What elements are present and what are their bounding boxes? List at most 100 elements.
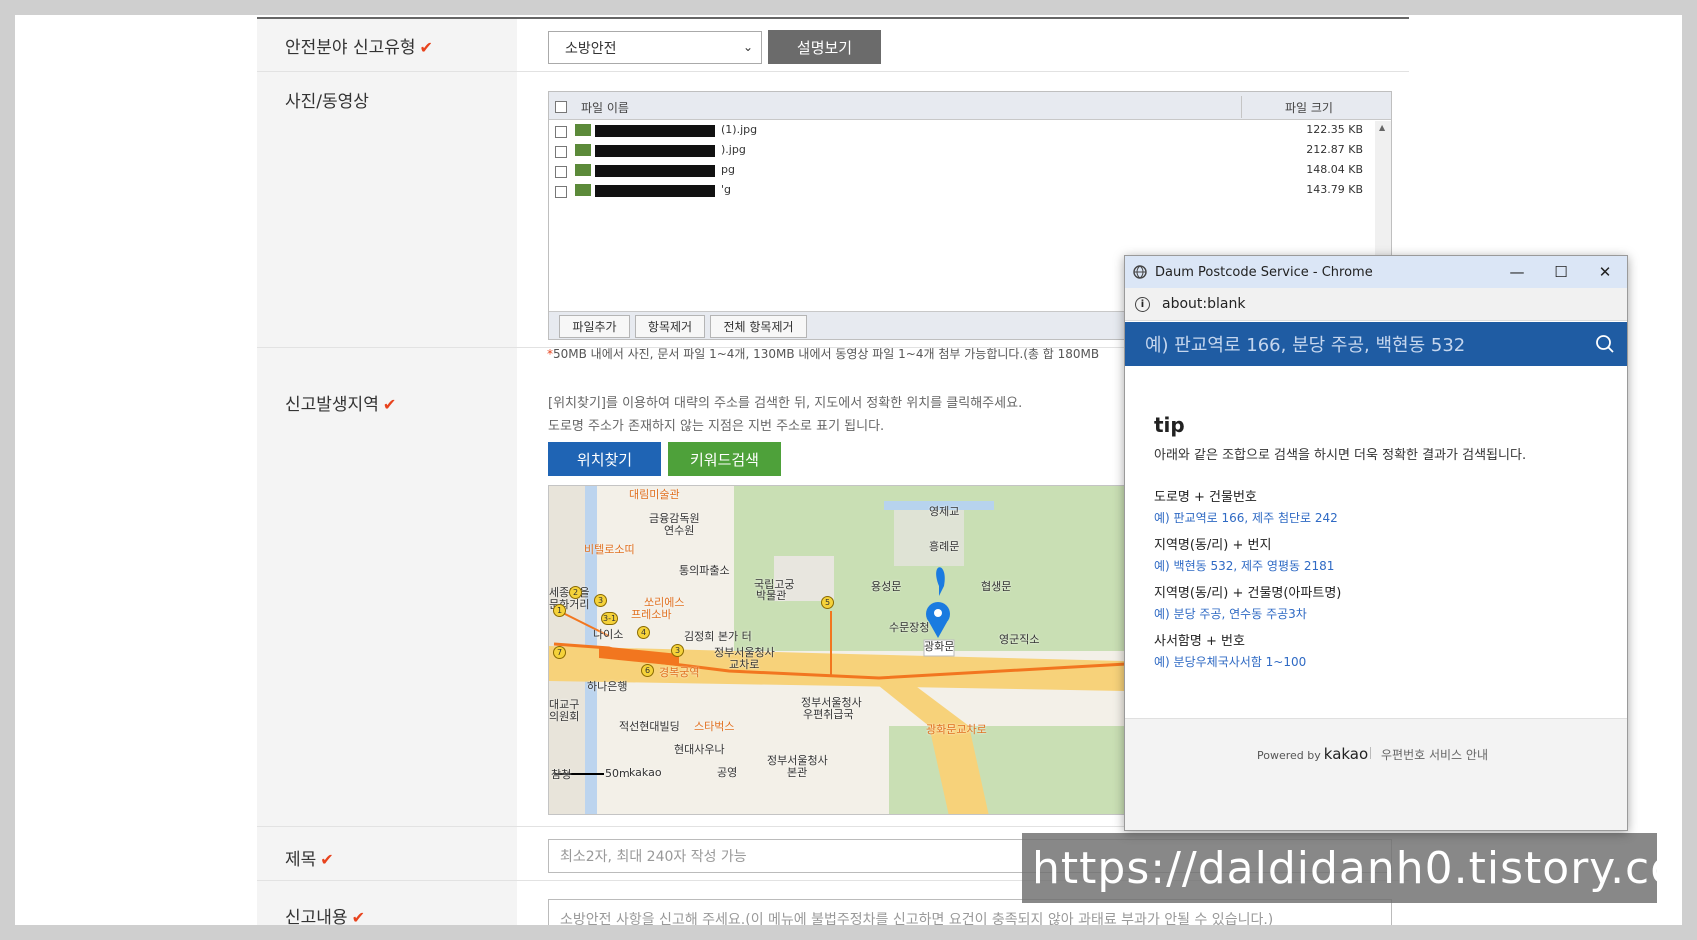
file-row[interactable]: 'g 143.79 KB <box>549 181 1375 201</box>
redacted-filename <box>595 125 715 137</box>
file-checkbox[interactable] <box>555 186 567 198</box>
file-checkbox[interactable] <box>555 166 567 178</box>
location-label: 신고발생지역 <box>285 395 379 415</box>
image-file-icon <box>575 184 591 196</box>
tip-example: 예) 분당우체국사서함 1~100 <box>1154 655 1307 669</box>
tip-category: 사서함명 + 번호 <box>1154 634 1245 649</box>
map-label: 용성문 <box>871 580 902 593</box>
footer-divider <box>1370 747 1371 759</box>
tip-description: 아래와 같은 조합으로 검색을 하시면 더욱 정확한 결과가 검색됩니다. <box>1154 448 1527 463</box>
map-label: 프레소바 <box>631 608 672 621</box>
close-icon[interactable]: ✕ <box>1583 256 1627 288</box>
file-size: 143.79 KB <box>1306 183 1363 196</box>
map-label: 경복궁역 <box>659 666 700 679</box>
file-size: 122.35 KB <box>1306 123 1363 136</box>
required-check-icon: ✔ <box>419 38 433 57</box>
title-label: 제목 <box>285 850 317 870</box>
minimize-icon[interactable]: — <box>1495 256 1539 288</box>
subway-exit-marker[interactable]: 2 <box>569 586 582 599</box>
find-location-button[interactable]: 위치찾기 <box>548 442 661 476</box>
map-label: 적선현대빌딩 <box>619 720 680 733</box>
select-all-checkbox[interactable] <box>555 101 567 113</box>
map-label: 광화문 <box>924 640 955 653</box>
popup-title: Daum Postcode Service - Chrome <box>1155 264 1373 280</box>
subway-exit-marker[interactable]: 6 <box>641 664 654 677</box>
maximize-icon[interactable]: ☐ <box>1539 256 1583 288</box>
file-row[interactable]: ).jpg 212.87 KB <box>549 141 1375 161</box>
map-label: 50m <box>605 767 630 780</box>
scroll-up-icon[interactable]: ▲ <box>1379 123 1385 132</box>
postcode-search-bar[interactable]: 예) 판교역로 166, 분당 주공, 백현동 532 <box>1125 322 1627 366</box>
tip-title: tip <box>1154 413 1185 437</box>
file-checkbox[interactable] <box>555 146 567 158</box>
tip-category: 지역명(동/리) + 건물명(아파트명) <box>1154 586 1342 601</box>
park-area <box>889 726 1124 814</box>
subway-exit-marker[interactable]: 7 <box>553 646 566 659</box>
tip-category: 도로명 + 건물번호 <box>1154 490 1257 505</box>
subway-exit-marker[interactable]: 4 <box>637 626 650 639</box>
type-label-wrap: 안전분야 신고유형 ✔ <box>285 33 433 58</box>
tip-panel: tip 아래와 같은 조합으로 검색을 하시면 더욱 정확한 결과가 검색됩니다… <box>1125 366 1627 718</box>
subway-exit-marker[interactable]: 3 <box>671 644 684 657</box>
info-icon[interactable]: i <box>1135 296 1150 312</box>
report-form-page: 안전분야 신고유형 ✔ 소방안전 ⌄ 설명보기 사진/동영상 파일 이름 파일 크기… <box>15 15 1682 925</box>
redacted-filename <box>595 185 715 197</box>
media-label: 사진/동영상 <box>285 92 369 112</box>
chevron-down-icon: ⌄ <box>742 40 753 54</box>
map-label: 나이소 <box>593 628 624 641</box>
tip-example: 예) 판교역로 166, 제주 첨단로 242 <box>1154 511 1338 525</box>
map-label: 협생문 <box>981 580 1012 593</box>
subway-exit-marker[interactable]: 3 <box>594 594 607 607</box>
map-label: 참청 <box>551 768 572 781</box>
row-divider <box>257 71 1409 72</box>
kakao-logo[interactable]: kakao <box>1324 745 1368 763</box>
popup-addressbar[interactable]: i about:blank <box>1125 288 1627 321</box>
popup-titlebar[interactable]: Daum Postcode Service - Chrome — ☐ ✕ <box>1125 256 1627 288</box>
file-checkbox[interactable] <box>555 126 567 138</box>
map-label: 공영 <box>717 766 738 779</box>
pin-center <box>934 609 942 617</box>
file-list-header: 파일 이름 파일 크기 <box>549 92 1391 120</box>
map-label: 의원회 <box>549 710 580 723</box>
required-check-icon: ✔ <box>320 850 334 869</box>
file-row[interactable]: pg 148.04 KB <box>549 161 1375 181</box>
description-button[interactable]: 설명보기 <box>768 30 881 64</box>
popup-footer: Powered by kakao 우편번호 서비스 안내 <box>1125 718 1627 830</box>
map-label: 하나은행 <box>587 680 628 693</box>
image-file-icon <box>575 144 591 156</box>
map-label: 우편취급국 <box>803 708 854 721</box>
map[interactable]: 대림미술관 금융감독원 연수원 비텔로소띠 통의파출소 국립고궁 박물관 영제교 흥례문 용성문 협… <box>548 485 1125 815</box>
powered-by-text: Powered by <box>1257 749 1321 762</box>
label-cell-location <box>257 348 517 826</box>
globe-icon <box>1133 265 1147 279</box>
remove-item-button[interactable]: 항목제거 <box>635 315 705 338</box>
watermark: https://daldidanh0.tistory.com <box>1022 833 1682 903</box>
add-file-button[interactable]: 파일추가 <box>559 315 630 338</box>
map-label: 수문장청 <box>889 621 930 634</box>
map-label: 현대사우나 <box>674 743 725 756</box>
remove-all-button[interactable]: 전체 항목제거 <box>710 315 807 338</box>
tip-example: 예) 분당 주공, 연수동 주공3차 <box>1154 607 1307 621</box>
map-label: 박물관 <box>756 589 787 602</box>
file-row[interactable]: (1).jpg 122.35 KB <box>549 121 1375 141</box>
file-size: 212.87 KB <box>1306 143 1363 156</box>
powered-by: Powered by kakao <box>1257 745 1368 763</box>
tip-category: 지역명(동/리) + 번지 <box>1154 538 1272 553</box>
map-label: kakao <box>629 766 662 779</box>
map-label: 김정희 본가 터 <box>684 630 752 643</box>
note-text: 50MB 내에서 사진, 문서 파일 1~4개, 130MB 내에서 동영상 파… <box>553 347 1100 361</box>
subway-exit-marker[interactable]: 5 <box>821 596 834 609</box>
keyword-search-button[interactable]: 키워드검색 <box>668 442 781 476</box>
popup-url: about:blank <box>1162 296 1246 312</box>
map-label: 영제교 <box>929 505 960 518</box>
subway-exit-marker[interactable]: 1 <box>553 604 566 617</box>
subway-exit-marker[interactable]: 3-1 <box>601 612 619 625</box>
postcode-guide-link[interactable]: 우편번호 서비스 안내 <box>1381 746 1488 763</box>
search-icon[interactable] <box>1595 334 1615 354</box>
file-size: 148.04 KB <box>1306 163 1363 176</box>
map-label: 대림미술관 <box>629 488 680 501</box>
postcode-search-input[interactable]: 예) 판교역로 166, 분당 주공, 백현동 532 <box>1145 331 1465 357</box>
type-select[interactable]: 소방안전 ⌄ <box>548 31 762 64</box>
map-label: 본관 <box>787 766 808 779</box>
required-check-icon: ✔ <box>382 395 397 414</box>
